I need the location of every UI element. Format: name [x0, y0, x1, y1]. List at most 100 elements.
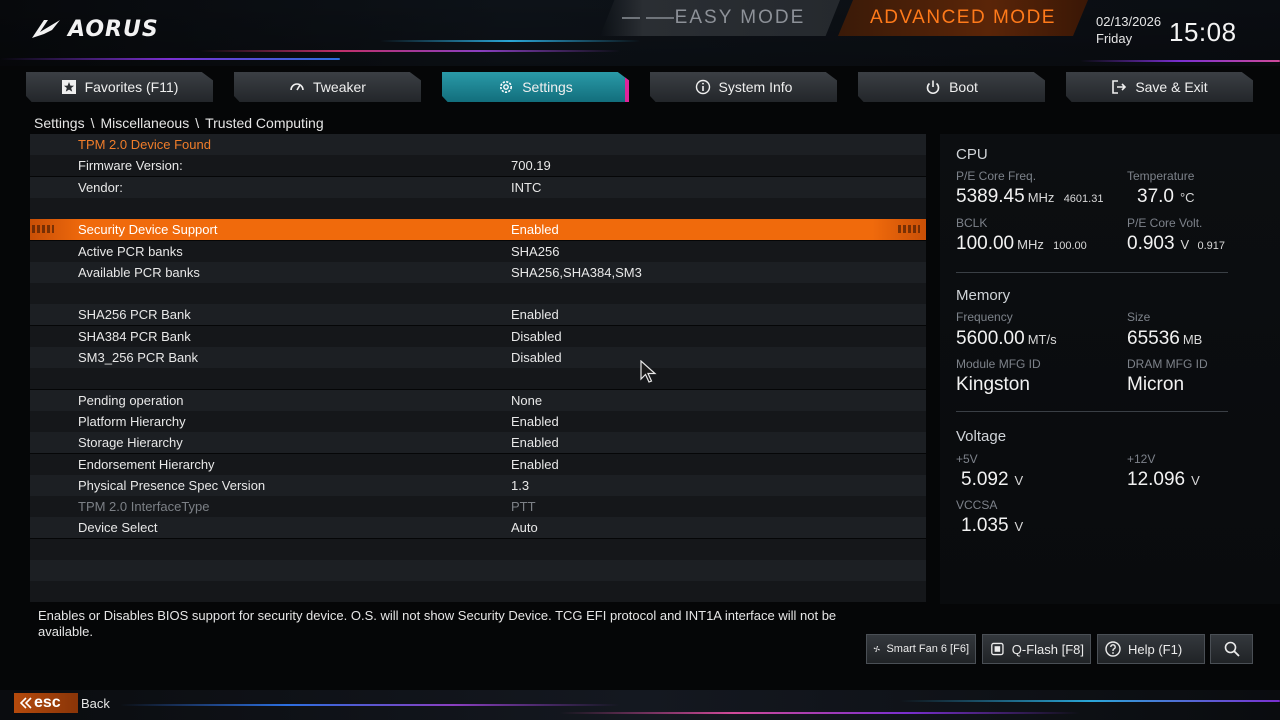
- memory-freq-label: Frequency: [956, 310, 1013, 324]
- tab-system-info[interactable]: System Info: [650, 72, 837, 102]
- setting-value: Enabled: [511, 413, 559, 429]
- cpu-freq-unit: MHz: [1027, 190, 1055, 205]
- setting-value: Disabled: [511, 328, 562, 344]
- mode-dash-decor: [646, 17, 674, 19]
- setting-label: SHA256 PCR Bank: [78, 307, 191, 323]
- q-flash-button[interactable]: Q-Flash [F8]: [982, 634, 1091, 664]
- setting-value: INTC: [511, 179, 542, 195]
- footer-streak: [560, 712, 1080, 714]
- settings-row[interactable]: Device Select Auto: [30, 517, 926, 539]
- tab-settings[interactable]: Settings: [442, 72, 629, 102]
- breadcrumb-item: Trusted Computing: [205, 115, 324, 131]
- settings-row[interactable]: Security Device Support Enabled: [30, 219, 926, 241]
- setting-value: SHA256,SHA384,SM3: [511, 264, 642, 280]
- bclk-value: 100.00: [956, 233, 1015, 254]
- setting-label: TPM 2.0 InterfaceType: [78, 499, 210, 515]
- tab-label: Boot: [949, 79, 978, 95]
- tab-tweaker[interactable]: Tweaker: [234, 72, 421, 102]
- setting-label: Security Device Support: [78, 222, 218, 238]
- search-icon: [1224, 641, 1240, 657]
- info-icon: [695, 79, 710, 95]
- tab-label: System Info: [718, 79, 793, 95]
- header-streak: [380, 40, 640, 42]
- setting-label: Physical Presence Spec Version: [78, 477, 266, 493]
- core-volt-readout: 0.903 V 0.917: [1127, 233, 1225, 255]
- easy-mode-label: EASY MODE: [674, 7, 806, 28]
- settings-row-spacer: [30, 538, 926, 560]
- v5-unit: V: [1014, 473, 1024, 488]
- cpu-freq-label: P/E Core Freq.: [956, 169, 1037, 183]
- settings-row[interactable]: Platform Hierarchy Enabled: [30, 410, 926, 432]
- section-divider: [956, 272, 1228, 273]
- settings-row[interactable]: Physical Presence Spec Version 1.3: [30, 474, 926, 496]
- fan-icon: [873, 645, 880, 653]
- search-button[interactable]: [1210, 634, 1253, 664]
- vccsa-readout: 1.035 V: [961, 515, 1023, 537]
- smart-fan-label: Smart Fan 6 [F6]: [886, 643, 969, 655]
- settings-row[interactable]: Active PCR banks SHA256: [30, 240, 926, 262]
- bclk-readout: 100.00 MHz 100.00: [956, 233, 1087, 255]
- tab-label: Tweaker: [313, 79, 366, 95]
- mode-dash-decor: [622, 17, 640, 19]
- settings-row-spacer: [30, 368, 926, 390]
- breadcrumb-item[interactable]: Miscellaneous: [100, 115, 189, 131]
- vccsa-unit: V: [1014, 519, 1024, 534]
- tab-favorites[interactable]: Favorites (F11): [26, 72, 213, 102]
- chip-icon: [991, 642, 1004, 656]
- smart-fan-button[interactable]: Smart Fan 6 [F6]: [866, 634, 976, 664]
- cpu-temp-value: 37.0: [1137, 186, 1174, 207]
- help-description: Enables or Disables BIOS support for sec…: [38, 608, 837, 639]
- settings-row[interactable]: Vendor: INTC: [30, 176, 926, 198]
- memory-size-readout: 65536 MB: [1127, 328, 1202, 350]
- easy-mode-button[interactable]: EASY MODE: [600, 0, 840, 36]
- settings-row[interactable]: Endorsement Hierarchy Enabled: [30, 453, 926, 475]
- breadcrumb-item[interactable]: Settings: [34, 115, 85, 131]
- v12-value: 12.096: [1127, 469, 1186, 490]
- settings-row[interactable]: SHA384 PCR Bank Disabled: [30, 325, 926, 347]
- setting-label: Storage Hierarchy: [78, 435, 183, 451]
- core-volt-unit: V: [1180, 237, 1190, 252]
- footer-streak: [120, 704, 620, 706]
- settings-row[interactable]: Pending operation None: [30, 389, 926, 411]
- setting-label: SHA384 PCR Bank: [78, 328, 191, 344]
- esc-button[interactable]: esc: [14, 693, 78, 713]
- settings-row-spacer: [30, 197, 926, 219]
- setting-value: PTT: [511, 499, 536, 515]
- settings-row[interactable]: Available PCR banks SHA256,SHA384,SM3: [30, 261, 926, 283]
- setting-label: Device Select: [78, 520, 158, 536]
- settings-list: TPM 2.0 Device Found Firmware Version: 700…: [30, 134, 926, 604]
- settings-row: TPM 2.0 InterfaceType PTT: [30, 496, 926, 518]
- header-streak: [200, 50, 620, 52]
- exit-icon: [1112, 80, 1127, 94]
- breadcrumb-separator: \: [90, 115, 95, 131]
- settings-row[interactable]: Storage Hierarchy Enabled: [30, 432, 926, 454]
- settings-row[interactable]: SM3_256 PCR Bank Disabled: [30, 347, 926, 368]
- settings-row[interactable]: Firmware Version: 700.19: [30, 155, 926, 177]
- memory-size-unit: MB: [1182, 332, 1203, 347]
- setting-label: SM3_256 PCR Bank: [78, 350, 198, 365]
- memory-section-title: Memory: [956, 287, 1011, 304]
- main-tabs: Favorites (F11) Tweaker Settings System …: [26, 72, 1256, 104]
- setting-label: Vendor:: [78, 179, 123, 195]
- mouse-cursor-icon: [640, 360, 657, 383]
- date-text: 02/13/2026: [1096, 14, 1162, 29]
- eagle-logo-icon: [32, 20, 60, 38]
- tab-boot[interactable]: Boot: [858, 72, 1045, 102]
- settings-row-spacer: [30, 581, 926, 603]
- settings-row-spacer: [30, 560, 926, 581]
- aorus-logo: AORUS: [30, 14, 159, 44]
- advanced-mode-label: ADVANCED MODE: [870, 7, 1056, 28]
- dram-mfg-label: DRAM MFG ID: [1127, 357, 1208, 371]
- memory-size-value: 65536: [1127, 328, 1180, 349]
- help-label: Help (F1): [1128, 641, 1183, 657]
- advanced-mode-button[interactable]: ADVANCED MODE: [838, 0, 1088, 36]
- setting-value: SHA256: [511, 243, 560, 259]
- cpu-freq-value: 5389.45: [956, 186, 1025, 207]
- hardware-monitor-panel: CPU P/E Core Freq. 5389.45 MHz 4601.31 Te…: [940, 134, 1280, 604]
- module-mfg-value: Kingston: [956, 374, 1030, 395]
- settings-row[interactable]: SHA256 PCR Bank Enabled: [30, 304, 926, 326]
- cpu-section-title: CPU: [956, 146, 988, 163]
- help-button[interactable]: Help (F1): [1097, 634, 1205, 664]
- back-label: Back: [81, 696, 110, 711]
- tab-save-exit[interactable]: Save & Exit: [1066, 72, 1253, 102]
